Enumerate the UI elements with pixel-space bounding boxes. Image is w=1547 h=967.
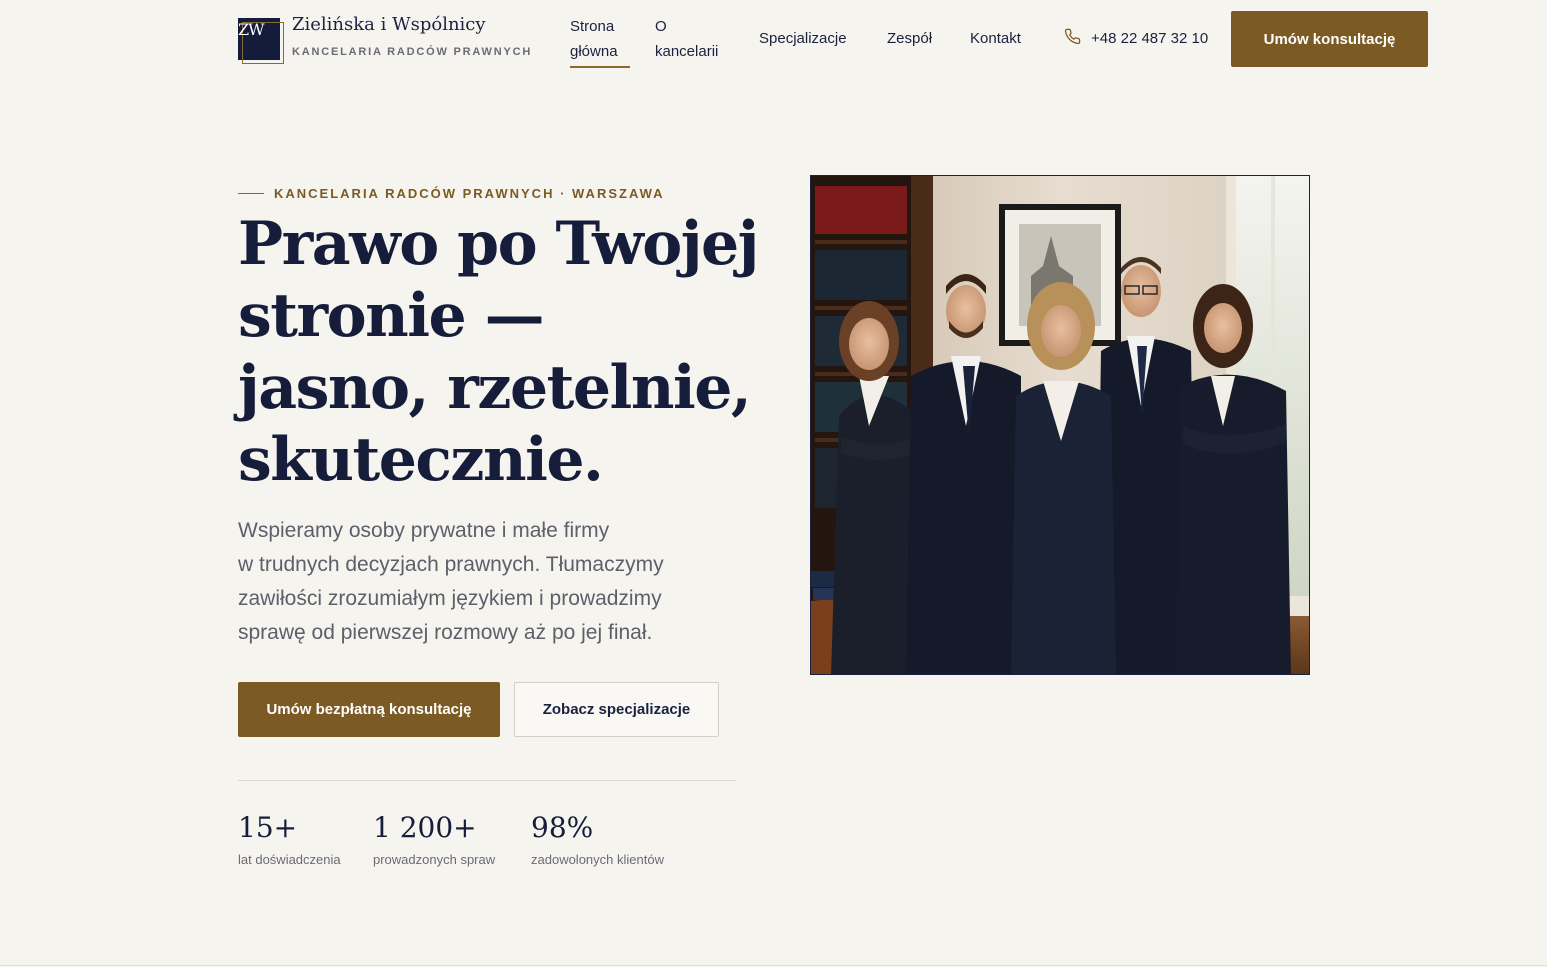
nav-item-label: kancelarii: [655, 43, 719, 60]
hero-eyebrow: KANCELARIA RADCÓW PRAWNYCH · WARSZAWA: [238, 186, 665, 201]
nav-item-about[interactable]: O kancelarii: [655, 14, 745, 64]
free-consultation-button[interactable]: Umów bezpłatną konsultację: [238, 682, 500, 737]
stat-value: 98%: [531, 811, 594, 844]
lead-line: w trudnych decyzjach prawnych. Tłumaczym…: [238, 553, 664, 576]
nav-item-specializations[interactable]: Specjalizacje: [759, 26, 847, 51]
nav-item-label: Strona: [570, 18, 615, 35]
stats-divider: [238, 780, 736, 781]
stat-experience: 15+ lat doświadczenia: [238, 808, 341, 867]
phone-link[interactable]: +48 22 487 32 10: [1064, 28, 1208, 49]
stat-label: lat doświadczenia: [238, 852, 341, 867]
brand-logo[interactable]: ZW Zielińska i Wspólnicy KANCELARIA RADC…: [238, 14, 532, 64]
headline-line: jasno, rzetelnie,: [238, 353, 752, 423]
nav-item-label: główna: [570, 43, 618, 60]
brand-tagline: KANCELARIA RADCÓW PRAWNYCH: [292, 46, 533, 58]
headline-line: skutecznie.: [238, 425, 604, 495]
nav-item-label: O: [655, 18, 667, 35]
headline-line: Prawo po Twojej: [238, 209, 759, 279]
hero-lead: Wspieramy osoby prywatne i małe firmy w …: [238, 514, 718, 650]
stat-label: zadowolonych klientów: [531, 852, 664, 867]
phone-icon: [1064, 28, 1091, 49]
nav-item-home[interactable]: Strona główna: [570, 14, 630, 68]
phone-number: +48 22 487 32 10: [1091, 30, 1209, 47]
stat-label: prowadzonych spraw: [373, 852, 496, 867]
stat-value: 15+: [238, 811, 298, 844]
logo-initials: ZW: [238, 20, 265, 39]
lead-line: sprawę od pierwszej rozmowy aż po jej fi…: [238, 621, 653, 644]
lead-line: zawiłości zrozumiałym językiem i prowadz…: [238, 587, 662, 610]
nav-item-contact[interactable]: Kontakt: [970, 26, 1021, 51]
eyebrow-line: [238, 193, 264, 194]
brand-name: Zielińska i Wspólnicy: [292, 14, 486, 35]
lead-line: Wspieramy osoby prywatne i małe firmy: [238, 519, 610, 542]
stat-value: 1 200+: [373, 811, 477, 844]
nav-item-team[interactable]: Zespół: [887, 26, 932, 51]
stat-satisfaction: 98% zadowolonych klientów: [531, 808, 664, 867]
team-photo: [810, 175, 1310, 675]
consultation-button[interactable]: Umów konsultację: [1231, 11, 1428, 67]
logo-mark: ZW: [238, 14, 284, 64]
headline-line: stronie —: [238, 281, 545, 351]
see-specializations-button[interactable]: Zobacz specjalizacje: [514, 682, 719, 737]
section-border: [0, 965, 1547, 966]
site-header: ZW Zielińska i Wspólnicy KANCELARIA RADC…: [0, 0, 1547, 80]
eyebrow-text: KANCELARIA RADCÓW PRAWNYCH · WARSZAWA: [274, 186, 665, 201]
stat-cases: 1 200+ prowadzonych spraw: [373, 808, 495, 867]
hero-headline: Prawo po Twojej stronie — jasno, rzeteln…: [238, 208, 759, 496]
